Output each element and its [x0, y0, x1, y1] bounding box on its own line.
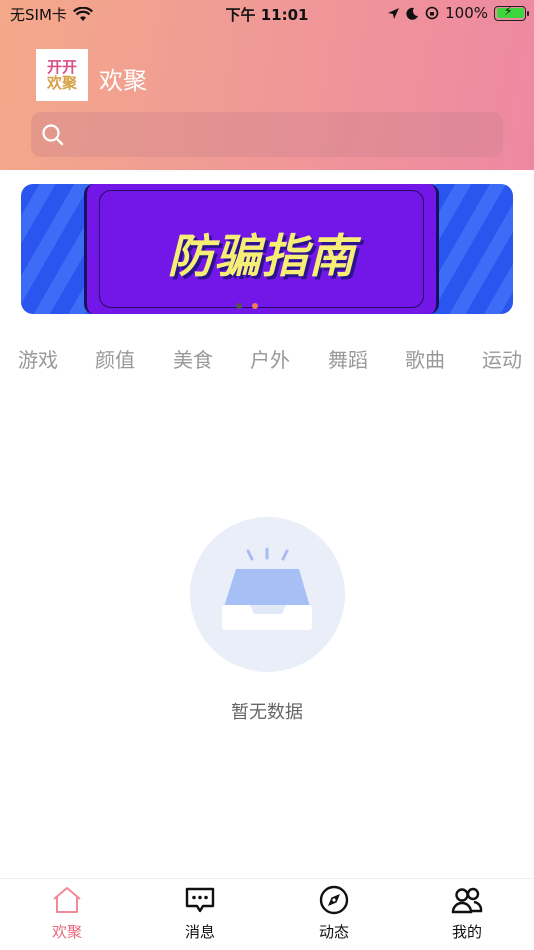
tab-home[interactable]: 欢聚: [22, 885, 112, 942]
carousel-dot[interactable]: [236, 303, 242, 309]
tab-bar: 欢聚 消息 动态 我的: [0, 878, 534, 950]
compass-icon: [319, 885, 349, 915]
category-tab[interactable]: 歌曲: [405, 344, 445, 373]
category-tabs: 游戏 颜值 美食 户外 舞蹈 歌曲 运动: [0, 344, 534, 376]
battery-percent: 100%: [445, 4, 488, 22]
profile-icon: [451, 887, 483, 914]
status-bar: 无SIM卡 下午 11:01 100% ⚡: [0, 0, 534, 30]
category-tab[interactable]: 游戏: [18, 344, 58, 373]
moon-icon: [406, 7, 419, 20]
tab-messages[interactable]: 消息: [155, 885, 245, 942]
tab-profile[interactable]: 我的: [422, 885, 512, 942]
category-tab[interactable]: 运动: [482, 344, 522, 373]
rotation-lock-icon: [425, 6, 439, 20]
search-icon: [42, 124, 64, 146]
empty-state-illustration: [190, 517, 345, 672]
header: 无SIM卡 下午 11:01 100% ⚡ 开开 欢聚 欢聚: [0, 0, 534, 170]
carousel-dots: [236, 303, 258, 309]
message-icon: [185, 887, 215, 913]
category-tab[interactable]: 美食: [173, 344, 213, 373]
logo-text-bottom: 欢聚: [46, 74, 77, 92]
page-title: 欢聚: [99, 67, 147, 95]
tab-feed[interactable]: 动态: [289, 885, 379, 942]
category-tab[interactable]: 舞蹈: [328, 344, 368, 373]
search-bar[interactable]: [31, 112, 503, 157]
banner-title: 防骗指南: [167, 229, 356, 283]
category-tab[interactable]: 户外: [250, 344, 290, 373]
empty-state-message: 暂无数据: [231, 702, 303, 723]
banner-card[interactable]: 防骗指南: [84, 184, 439, 314]
tab-label: 动态: [318, 923, 349, 941]
location-icon: [388, 7, 400, 19]
inbox-icon: [222, 547, 312, 630]
category-tab[interactable]: 颜值: [95, 344, 135, 373]
home-icon: [53, 887, 81, 913]
logo-text-top: 开开: [46, 58, 77, 76]
tab-label: 消息: [184, 923, 215, 941]
status-right: 100% ⚡: [387, 4, 529, 22]
app-logo: 开开 欢聚: [36, 49, 88, 101]
banner-carousel[interactable]: 防骗指南: [21, 184, 513, 314]
tab-label: 欢聚: [51, 923, 82, 941]
battery-icon: ⚡: [494, 4, 529, 21]
tab-label: 我的: [451, 923, 482, 941]
carousel-dot-active[interactable]: [252, 303, 258, 309]
